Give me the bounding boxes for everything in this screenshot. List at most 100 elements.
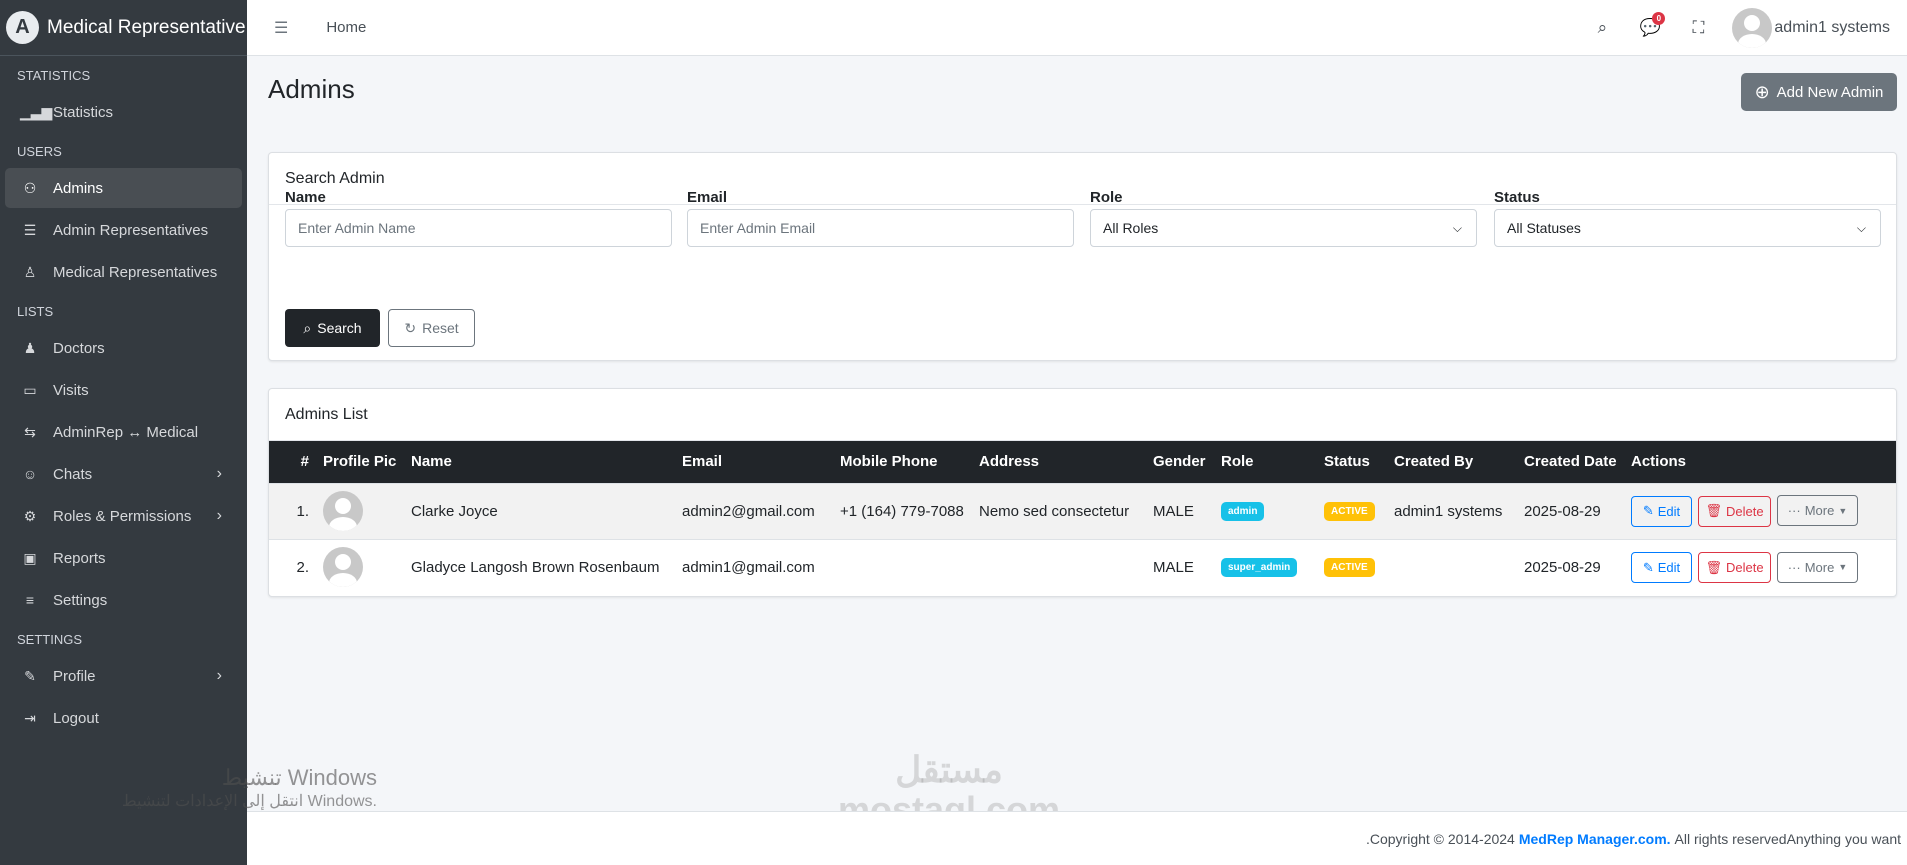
gender-cell: MALE (1153, 482, 1221, 539)
sidebar-item[interactable]: ⚇ Admins (5, 168, 242, 208)
chevron-right-icon: › (216, 465, 222, 482)
more-dropdown-button[interactable]: ··· More ▼ (1777, 551, 1858, 583)
ellipsis-icon: ··· (1787, 503, 1801, 519)
add-new-admin-button[interactable]: ⊕ Add New Admin (1741, 73, 1897, 111)
email-input[interactable]: Enter Admin Email (687, 209, 1074, 247)
reset-icon: ↻ (404, 319, 417, 336)
created-date-cell: 2025-08-29 (1524, 538, 1631, 595)
role-cell: super_admin (1221, 538, 1324, 595)
page-title: Admins (268, 74, 355, 104)
profile-pic (323, 547, 363, 588)
search-button[interactable]: ⌕ Search (285, 309, 380, 347)
sidebar-item-label: Profile (53, 667, 96, 685)
sidebar-item-label: Medical Representatives (53, 263, 218, 281)
sidebar-item[interactable]: ♟ Doctors (5, 328, 242, 368)
sidebar-nav: STATISTICS ▁▃▆ Statistics USERS ⚇ Admins ☰ Admi… (0, 62, 247, 738)
pencil-icon: ✎ (1642, 559, 1654, 575)
name-input[interactable]: Enter Admin Name (285, 209, 672, 247)
user-avatar[interactable] (1732, 7, 1773, 48)
more-label: More (1804, 559, 1835, 575)
brand-name: Medical Representative (47, 16, 246, 38)
reset-button[interactable]: ↻ Reset (388, 309, 475, 347)
brand-logo: A (6, 11, 39, 44)
plus-circle-icon: ⊕ (1754, 81, 1770, 102)
windows-activation-notice: تنشيط Windows انتقل إلى الإعدادات لتنشيط … (92, 765, 377, 811)
search-icon: ⌕ (303, 319, 312, 336)
address-cell: Nemo sed consectetur (979, 482, 1153, 539)
sidebar-item-label: Visits (53, 381, 89, 399)
sidebar-item-label: Logout (53, 709, 99, 727)
status-cell: ACTIVE (1324, 482, 1394, 539)
sidebar-item[interactable]: ⇆ AdminRep ↔ Medical (5, 412, 242, 452)
email-cell: admin1@gmail.com (682, 538, 840, 595)
sidebar-item[interactable]: ⇥ Logout (5, 698, 242, 738)
phone-cell: +1 (164) 779-7088 (840, 482, 979, 539)
more-label: More (1804, 503, 1835, 519)
brand[interactable]: A Medical Representative (0, 0, 247, 56)
phone-cell (840, 538, 979, 595)
sidebar-item-label: Admins (53, 179, 104, 197)
gender-cell: MALE (1153, 538, 1221, 595)
edit-button[interactable]: ✎ Edit (1631, 495, 1692, 527)
edit-icon: ✎ (24, 667, 36, 684)
chevron-down-icon: ⌵ (1452, 220, 1462, 235)
sidebar-item[interactable]: ≡ Settings (5, 580, 242, 620)
chat-icon[interactable]: 💬 0 (1626, 11, 1674, 38)
logout-icon: ⇥ (24, 709, 36, 726)
role-label: Role (1090, 189, 1123, 206)
sidebar-item[interactable]: ▭ Visits (5, 370, 242, 410)
search-card: Search Admin Name Enter Admin Name Email… (268, 152, 1897, 361)
sidebar-item[interactable]: ✎ Profile › (5, 656, 242, 696)
user-gear-icon: ⚇ (23, 179, 37, 196)
user-icon: ♙ (23, 263, 37, 280)
status-label: Status (1494, 189, 1540, 206)
trash-icon: 🗑 (1705, 503, 1722, 519)
chevron-right-icon: › (216, 667, 222, 684)
footer-brand-link[interactable]: MedRep Manager.com. (1519, 831, 1671, 847)
sidebar-item-label: Chats (53, 465, 93, 483)
profile-pic-cell (323, 538, 411, 595)
edit-button[interactable]: ✎ Edit (1631, 552, 1692, 583)
delete-button[interactable]: 🗑 Delete (1698, 552, 1771, 583)
role-select[interactable]: All Roles ⌵ (1090, 209, 1477, 247)
actions-cell: ✎ Edit 🗑 Delete ··· More ▼ (1631, 538, 1896, 595)
sidebar-item[interactable]: ⚙ Roles & Permissions › (5, 496, 242, 536)
edit-label: Edit (1657, 503, 1681, 519)
role-value: All Roles (1103, 220, 1159, 236)
pencil-icon: ✎ (1642, 503, 1654, 519)
role-badge: super_admin (1221, 558, 1298, 578)
created-by-cell: admin1 systems (1394, 482, 1524, 539)
column-header: # (269, 441, 323, 483)
delete-button[interactable]: 🗑 Delete (1698, 495, 1771, 527)
sidebar-item[interactable]: ☺ Chats › (5, 454, 242, 494)
sidebar-item[interactable]: ▁▃▆ Statistics (5, 92, 242, 132)
sidebar-item[interactable]: ▣ Reports (5, 538, 242, 578)
footer-rights: All rights reservedAnything you want (1674, 830, 1901, 847)
sliders-icon: ≡ (25, 592, 35, 608)
table-row: 1. Clarke Joyce admin2@gmail.com +1 (164… (269, 482, 1896, 539)
fullscreen-icon[interactable]: ⛶ (1674, 18, 1722, 38)
sidebar-item[interactable]: ☰ Admin Representatives (5, 210, 242, 250)
sidebar-item[interactable]: ♙ Medical Representatives (5, 252, 242, 292)
arrows-icon: ⇆ (24, 423, 36, 440)
sidebar-item-label: Statistics (53, 103, 114, 121)
sidebar-item-label: Roles & Permissions (53, 507, 192, 525)
footer: . Copyright © 2014-2024 MedRep Manager.c… (247, 811, 1907, 865)
table-row: 2. Gladyce Langosh Brown Rosenbaum admin… (269, 538, 1896, 595)
menu-toggle-icon[interactable]: ☰ (274, 18, 288, 38)
trash-icon: 🗑 (1705, 559, 1722, 575)
status-select[interactable]: All Statuses ⌵ (1494, 209, 1881, 247)
user-name[interactable]: admin1 systems (1774, 19, 1890, 37)
column-header: Status (1324, 441, 1394, 483)
search-icon[interactable]: ⌕ (1578, 18, 1626, 38)
column-header: Email (682, 441, 840, 483)
profile-pic-cell (323, 482, 411, 539)
sidebar-item-label: Admin Representatives (53, 221, 209, 239)
caret-down-icon: ▼ (1838, 562, 1848, 572)
report-icon: ▣ (23, 549, 37, 566)
doctor-icon: ♟ (23, 339, 37, 356)
home-link[interactable]: Home (326, 19, 366, 36)
sidebar-section-title: USERS (17, 144, 62, 159)
more-dropdown-button[interactable]: ··· More ▼ (1777, 495, 1858, 527)
delete-label: Delete (1725, 503, 1764, 519)
